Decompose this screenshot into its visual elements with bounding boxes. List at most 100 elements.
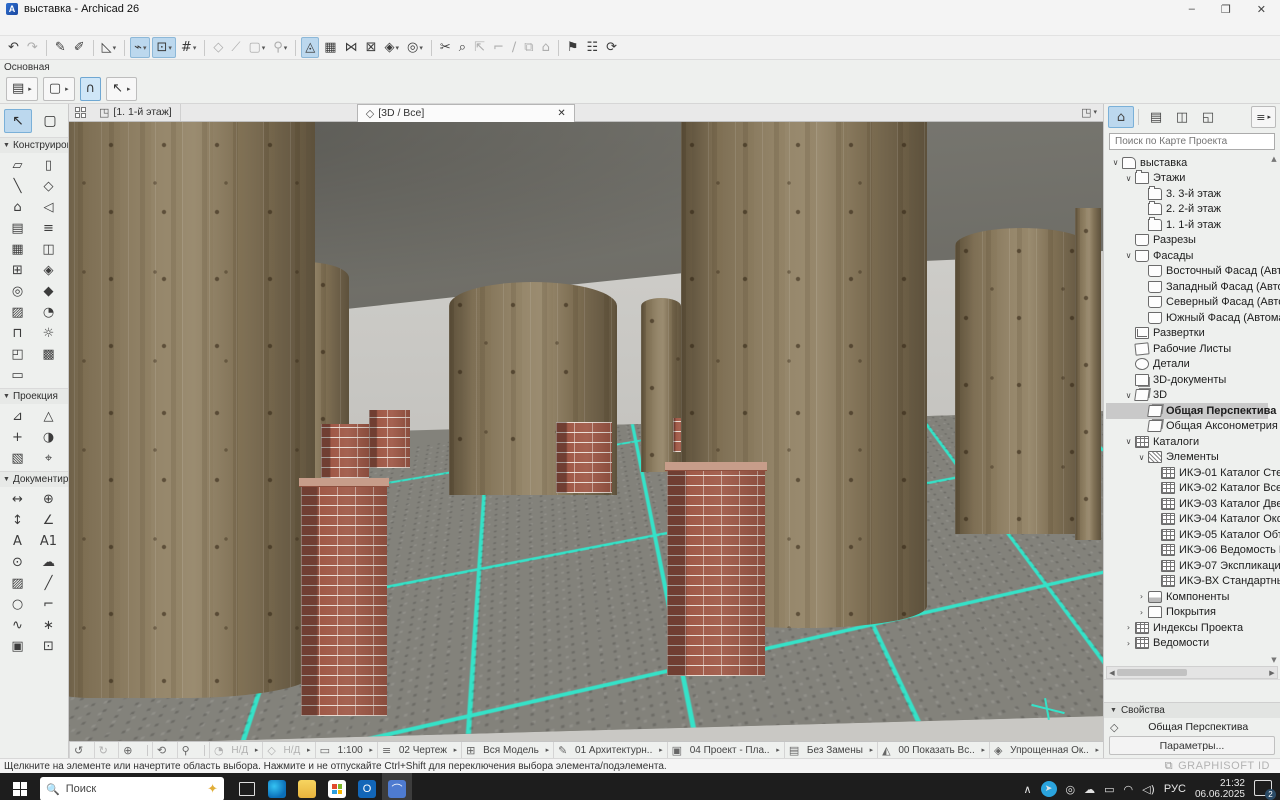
renovation-filter[interactable]: ◭ 00 Показать Вс.. ▸ [877,742,989,758]
menu-file[interactable] [4,26,18,28]
resize-tool[interactable]: ⧉ [521,38,536,57]
outlook-app-button[interactable]: O [352,773,382,800]
fillet-tool[interactable]: ⌐ [490,38,507,57]
volume-icon[interactable]: ◁) [1142,783,1155,796]
copilot-icon[interactable]: ✦ [207,782,218,797]
tool-opening[interactable]: ◎ [2,281,33,302]
task-view-button[interactable] [232,773,262,800]
tool-detail[interactable]: ◑ [33,427,64,448]
tree-3d[interactable]: ∨ 3D [1106,388,1268,404]
scroll-right-icon[interactable]: ▶ [1267,669,1277,677]
snap-guides[interactable]: ⟋ [228,38,243,57]
tree-interior-elevations[interactable]: Развертки [1106,326,1268,342]
tool-section[interactable]: ⊿ [2,406,33,427]
look-around[interactable]: ↻ [94,742,119,758]
home-tool[interactable]: ⌂ [539,38,553,57]
tree-ike-03[interactable]: ИКЭ-03 Каталог Дверей [1106,496,1268,512]
marquee-tool[interactable]: ▢ [36,109,64,133]
archicad-app-button[interactable]: ⌒ [382,773,412,800]
battery-icon[interactable]: ▭ [1104,783,1114,796]
inject-parameters[interactable]: ✐ [71,38,88,57]
tool-text[interactable]: A [2,531,33,552]
arrow-tool-preset[interactable]: ↖ ▸ [106,77,136,101]
quad-view-button[interactable] [69,104,91,121]
tool-hotspot[interactable]: ∗ [33,615,64,636]
tool-door[interactable]: ◫ [33,239,64,260]
tab-close-icon[interactable]: ✕ [531,108,565,119]
tree-surfaces[interactable]: › Покрытия [1106,605,1268,621]
tree-stories[interactable]: ∨ Этажи [1106,171,1268,187]
redo-button[interactable]: ↷ [24,38,41,57]
tool-revision-cloud[interactable]: ☁ [33,552,64,573]
tree-project-root[interactable]: ∨ выставка [1106,155,1268,171]
start-button[interactable] [0,773,40,800]
publisher-button[interactable]: ◱ [1195,106,1221,128]
solid-operations[interactable]: ◈ ▾ [382,38,403,57]
tree-sections[interactable]: Разрезы [1106,233,1268,249]
snap-grid[interactable]: # ▾ [178,38,199,57]
tool-window[interactable]: ⊞ [2,260,33,281]
wifi-icon[interactable]: ◠ [1124,783,1134,796]
clock[interactable]: 21:32 06.06.2025 [1195,778,1245,800]
tool-mesh[interactable]: ▨ [2,302,33,323]
menu-design[interactable] [46,26,60,28]
tree-worksheets[interactable]: Рабочие Листы [1106,341,1268,357]
tray-chevron-icon[interactable]: ∧ [1023,783,1031,796]
marquee-presets[interactable]: ▢ ▸ [43,77,75,101]
tool-drawing[interactable]: ⊡ [33,636,64,657]
tab-floor-plan[interactable]: ◳ [1. 1-й этаж] [91,104,181,121]
tree-expander-icon[interactable]: ∨ [1123,251,1134,260]
tree-expander-icon[interactable]: ∨ [1123,174,1134,183]
tree-expander-icon[interactable]: › [1136,608,1147,617]
tree-ike-01[interactable]: ИКЭ-01 Каталог Стен [1106,465,1268,481]
sync-tool[interactable]: ⟳ [603,38,620,57]
tree-expander-icon[interactable]: ∨ [1123,437,1134,446]
tool-elevation[interactable]: △ [33,406,64,427]
tree-expander-icon[interactable]: ∨ [1136,453,1147,462]
menu-window[interactable] [102,26,116,28]
magnet-toggle[interactable]: ∩ [80,77,102,101]
tree-elevations[interactable]: ∨ Фасады [1106,248,1268,264]
tree-ike-02[interactable]: ИКЭ-02 Каталог Всех Проемов [1106,481,1268,497]
restore-button[interactable]: ❐ [1221,3,1231,16]
zoom-preset[interactable]: ◔ Н/Д ▸ [209,742,262,758]
tree-schedules[interactable]: ∨ Каталоги [1106,434,1268,450]
adjust-tool[interactable]: ⌕ [456,38,469,57]
tool-grid-element[interactable]: ▩ [33,344,64,365]
anchor-tool[interactable]: ⚲ ▾ [270,38,290,57]
undo-button[interactable]: ↶ [5,38,22,57]
tree-ike-07[interactable]: ИКЭ-07 Экспликация 1-й этаж [1106,558,1268,574]
tool-lamp[interactable]: ☼ [33,323,64,344]
3d-style-select[interactable]: ◈ Упрощенная Ок.. ▸ [989,742,1103,758]
notification-center-button[interactable]: 2 [1254,780,1274,798]
tool-slab[interactable]: ◇ [33,176,64,197]
tool-zone[interactable]: ◔ [33,302,64,323]
project-map-search-input[interactable] [1109,133,1275,150]
tool-line[interactable]: ╱ [33,573,64,594]
tree-generic-axonometry[interactable]: Общая Аксонометрия [1106,419,1268,435]
menu-help[interactable] [116,26,130,28]
layout-book-button[interactable]: ◫ [1169,106,1195,128]
tree-generic-perspective[interactable]: Общая Перспектива [1106,403,1268,419]
toolbox-section-design[interactable]: ▼ Конструирова [0,137,68,153]
tree-ike-vh[interactable]: ИКЭ-ВХ Стандартный Каталог I [1106,574,1268,590]
pick-up-parameters[interactable]: ✎ [52,38,69,57]
tab-switcher-button[interactable]: ◳ ▾ [1081,104,1097,121]
pen-set-select[interactable]: ✎ 01 Архитектурн.. ▸ [553,742,667,758]
scroll-up-icon[interactable]: ▲ [1269,154,1279,164]
close-button[interactable]: ✕ [1257,3,1266,16]
settings-button[interactable]: Параметры... [1109,736,1275,755]
tool-column[interactable]: ▯ [33,155,64,176]
tool-angle-dimension[interactable]: ∠ [33,510,64,531]
tree-story-2[interactable]: 2. 2-й этаж [1106,202,1268,218]
layer-combination[interactable]: ▣ 04 Проект - Пла.. ▸ [667,742,784,758]
tray-app-icon[interactable]: ◎ [1066,783,1076,796]
tool-skylight[interactable]: ◈ [33,260,64,281]
model-filter[interactable]: ⊞ Вся Модель ▸ [461,742,553,758]
menu-view[interactable] [32,26,46,28]
tree-ike-05[interactable]: ИКЭ-05 Каталог Объектов [1106,527,1268,543]
tool-railing[interactable]: ≡ [33,218,64,239]
tree-expander-icon[interactable]: › [1136,592,1147,601]
stretch-tool[interactable]: ⋈ [342,38,361,57]
toolbox-section-views[interactable]: ▼ Проекция [0,388,68,404]
